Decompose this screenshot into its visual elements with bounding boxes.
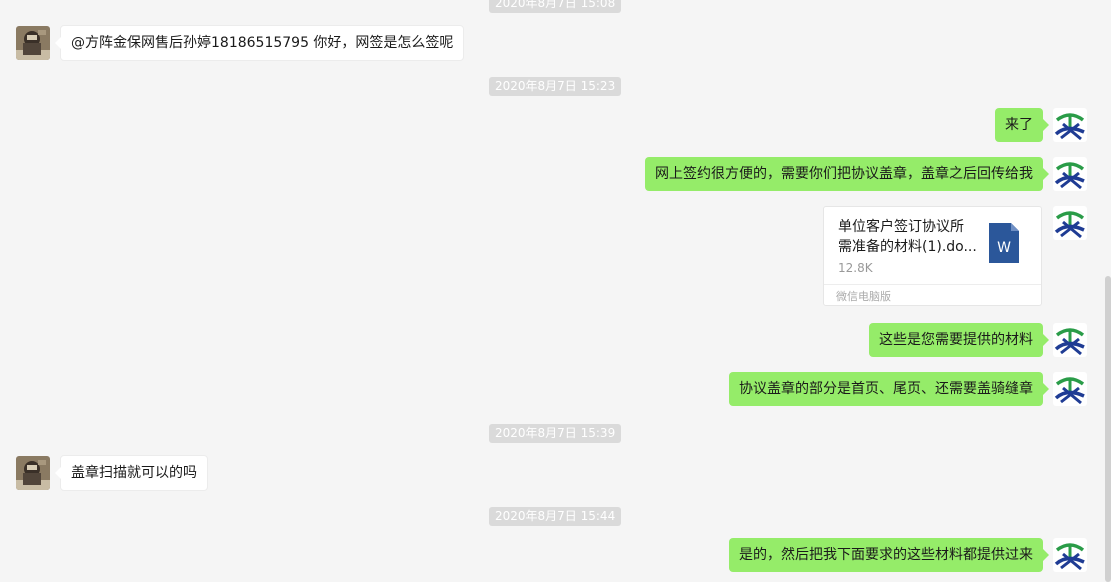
my-avatar[interactable] <box>1053 206 1087 240</box>
message-bubble-outgoing[interactable]: 来了 <box>995 108 1049 142</box>
contact-avatar-icon <box>16 26 50 60</box>
timestamp: 2020年8月7日 15:39 <box>489 424 622 443</box>
chat-window: 2020年8月7日 15:08 2020年8月7日 15:23 2020年8月7… <box>0 0 1111 582</box>
contact-avatar-icon <box>16 456 50 490</box>
scrollbar-thumb[interactable] <box>1105 276 1111 582</box>
my-avatar[interactable] <box>1053 372 1087 406</box>
company-logo-icon <box>1053 206 1087 240</box>
timestamp: 2020年8月7日 15:44 <box>489 507 622 526</box>
company-logo-icon <box>1053 538 1087 572</box>
word-icon-letter: W <box>997 240 1011 256</box>
divider <box>824 284 1041 285</box>
file-size: 12.8K <box>838 261 873 275</box>
contact-avatar[interactable] <box>16 456 50 490</box>
my-avatar[interactable] <box>1053 538 1087 572</box>
company-logo-icon <box>1053 372 1087 406</box>
company-logo-icon <box>1053 157 1087 191</box>
timestamp: 2020年8月7日 15:08 <box>489 0 622 13</box>
file-name: 单位客户签订协议所 需准备的材料(1).do... <box>838 219 977 255</box>
contact-avatar[interactable] <box>16 26 50 60</box>
my-avatar[interactable] <box>1053 157 1087 191</box>
timestamp: 2020年8月7日 15:23 <box>489 77 622 96</box>
message-bubble-outgoing[interactable]: 协议盖章的部分是首页、尾页、还需要盖骑缝章 <box>729 372 1049 406</box>
message-bubble-outgoing[interactable]: 这些是您需要提供的材料 <box>869 323 1049 357</box>
message-bubble-outgoing[interactable]: 网上签约很方便的，需要你们把协议盖章，盖章之后回传给我 <box>645 157 1049 191</box>
message-bubble-incoming[interactable]: 盖章扫描就可以的吗 <box>55 455 208 491</box>
my-avatar[interactable] <box>1053 323 1087 357</box>
file-source-label: 微信电脑版 <box>836 290 891 303</box>
message-bubble-outgoing[interactable]: 是的，然后把我下面要求的这些材料都提供过来 <box>729 538 1049 572</box>
file-attachment-card[interactable]: 单位客户签订协议所 需准备的材料(1).do... 12.8K W 微信电脑版 <box>823 206 1042 306</box>
message-bubble-incoming[interactable]: @方阵金保网售后孙婷18186515795 你好，网签是怎么签呢 <box>54 25 465 61</box>
company-logo-icon <box>1053 108 1087 142</box>
my-avatar[interactable] <box>1053 108 1087 142</box>
word-document-icon: W <box>989 223 1019 263</box>
company-logo-icon <box>1053 323 1087 357</box>
